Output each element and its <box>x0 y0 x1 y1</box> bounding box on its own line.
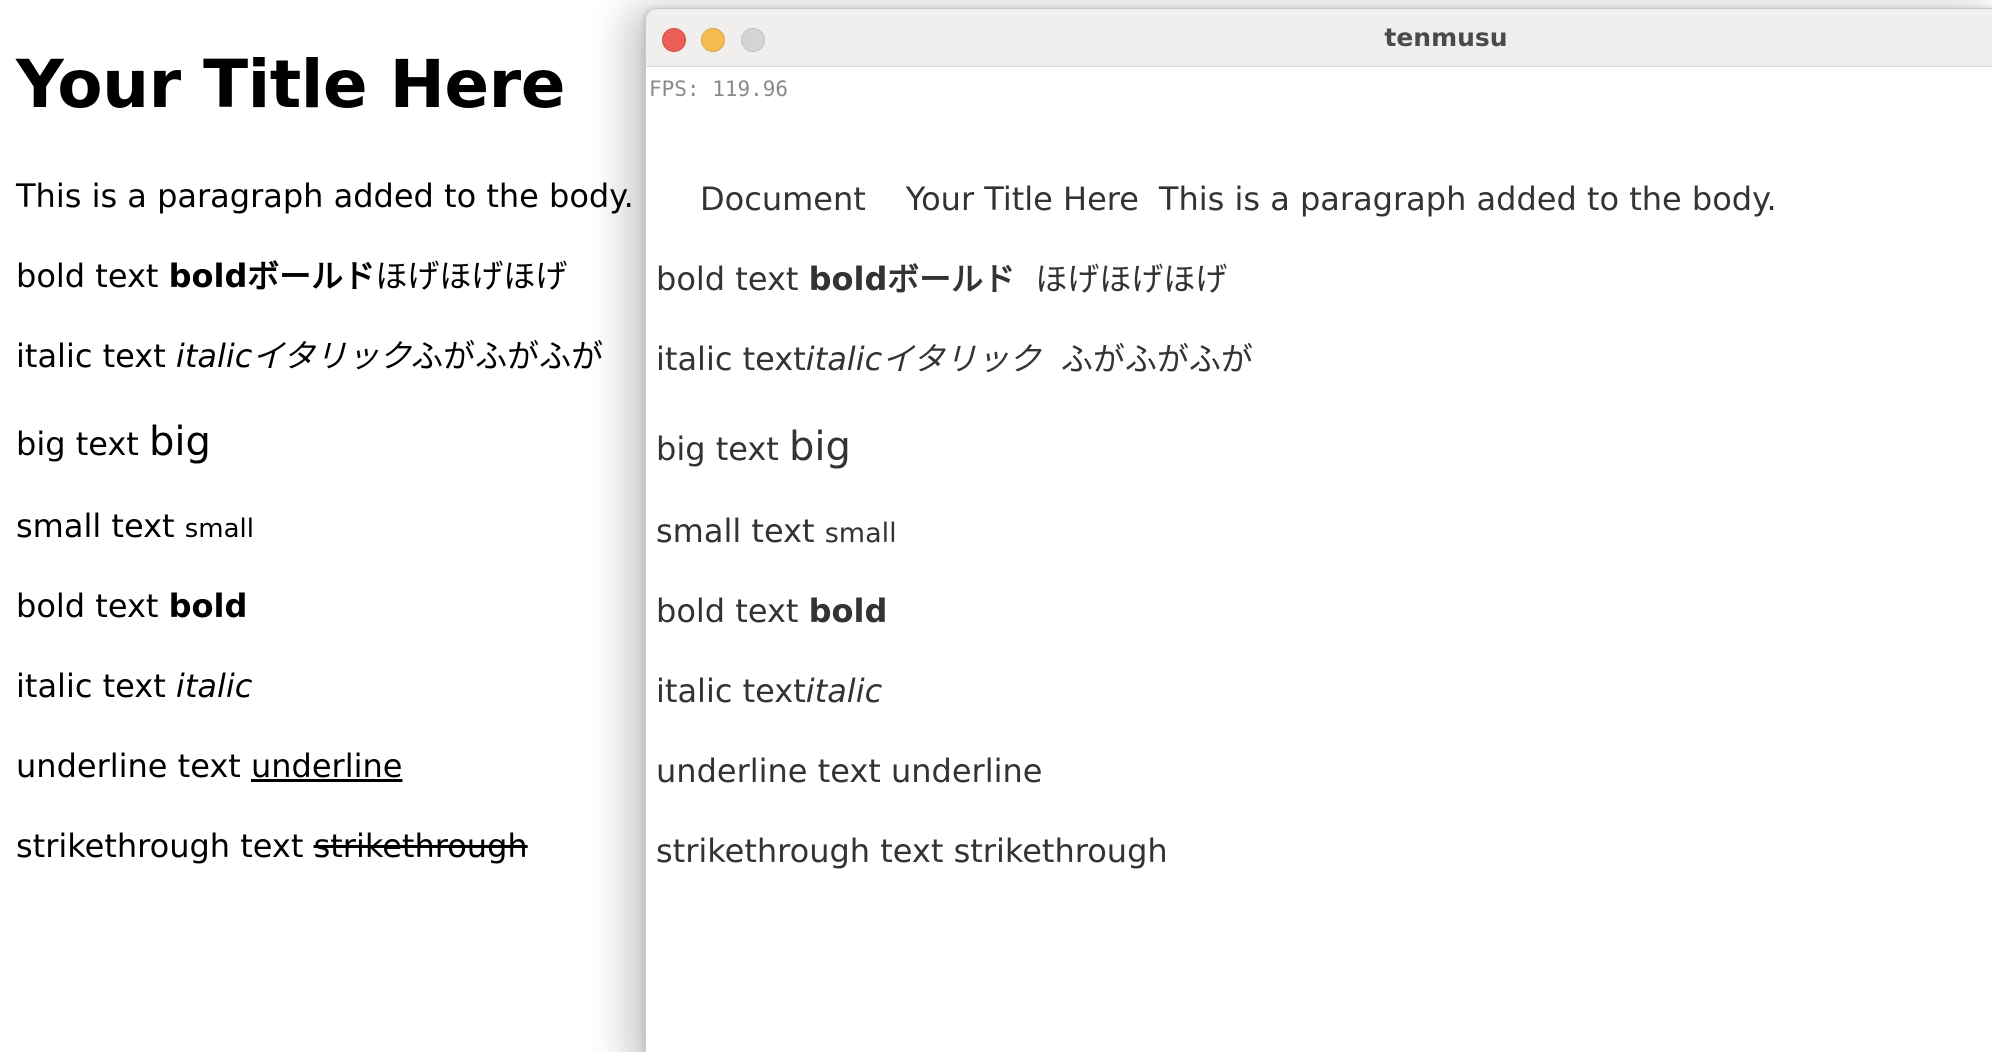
content-doc-title: Document <box>700 180 866 218</box>
reference-small-text: small <box>184 514 254 544</box>
reference-underline-line: underline text underline <box>16 747 403 785</box>
content-strike-text: strikethrough <box>953 832 1168 870</box>
reference-strike-line: strikethrough text strikethrough <box>16 827 528 865</box>
content-italic-jp-line: italic textitalicイタリック ふがふがふが <box>656 340 1253 378</box>
fps-counter: FPS: 119.96 <box>649 77 789 101</box>
reference-small-line: small text small <box>16 507 254 545</box>
window-titlebar[interactable]: tenmusu <box>646 9 1992 67</box>
reference-italic-jp-em: italicイタリック <box>175 337 412 375</box>
content-big-text: big <box>789 424 851 470</box>
content-big-line: big text big <box>656 424 851 470</box>
reference-title: Your Title Here <box>16 46 565 123</box>
content-header-line: Document Your Title Here This is a paragra… <box>700 179 1777 219</box>
reference-italic-em: italic <box>175 667 253 705</box>
reference-paragraph: This is a paragraph added to the body. <box>16 177 634 215</box>
content-heading: Your Title Here <box>905 180 1139 218</box>
app-window: tenmusu FPS: 119.96 Document Your Title H… <box>645 8 1992 1052</box>
content-bold-line: bold text bold <box>656 592 888 630</box>
content-italic-jp-em: italicイタリック <box>805 340 1041 378</box>
content-bold-jp-strong: boldボールド <box>808 260 1016 298</box>
content-italic-em: italic <box>805 672 883 710</box>
content-underline-line: underline text underline <box>656 752 1043 790</box>
screen: Your Title Here This is a paragraph adde… <box>0 0 1992 1052</box>
reference-italic-jp-line: italic text italicイタリックふがふがふが <box>16 337 604 375</box>
reference-bold-strong: bold <box>168 587 248 625</box>
content-small-text: small <box>824 518 897 549</box>
reference-strike-text: strikethrough <box>313 827 528 865</box>
content-italic-line: italic textitalic <box>656 672 883 710</box>
content-bold-strong: bold <box>808 592 888 630</box>
reference-big-line: big text big <box>16 419 211 465</box>
content-paragraph: This is a paragraph added to the body. <box>1158 180 1777 218</box>
reference-bold-line: bold text bold <box>16 587 248 625</box>
reference-document: Your Title Here This is a paragraph adde… <box>16 40 656 865</box>
window-title: tenmusu <box>1384 23 1508 52</box>
reference-big-text: big <box>149 419 211 465</box>
reference-italic-line: italic text italic <box>16 667 253 705</box>
content-underline-text: underline <box>890 752 1043 790</box>
content-small-line: small text small <box>656 512 897 550</box>
content-bold-jp-line: bold text boldボールド ほげほげほげ <box>656 260 1228 298</box>
content-strike-line: strikethrough text strikethrough <box>656 832 1168 870</box>
reference-underline-text: underline <box>250 747 403 785</box>
reference-bold-jp-line: bold text boldボールドほげほげほげ <box>16 257 568 295</box>
reference-bold-jp-strong: boldボールド <box>168 257 376 295</box>
